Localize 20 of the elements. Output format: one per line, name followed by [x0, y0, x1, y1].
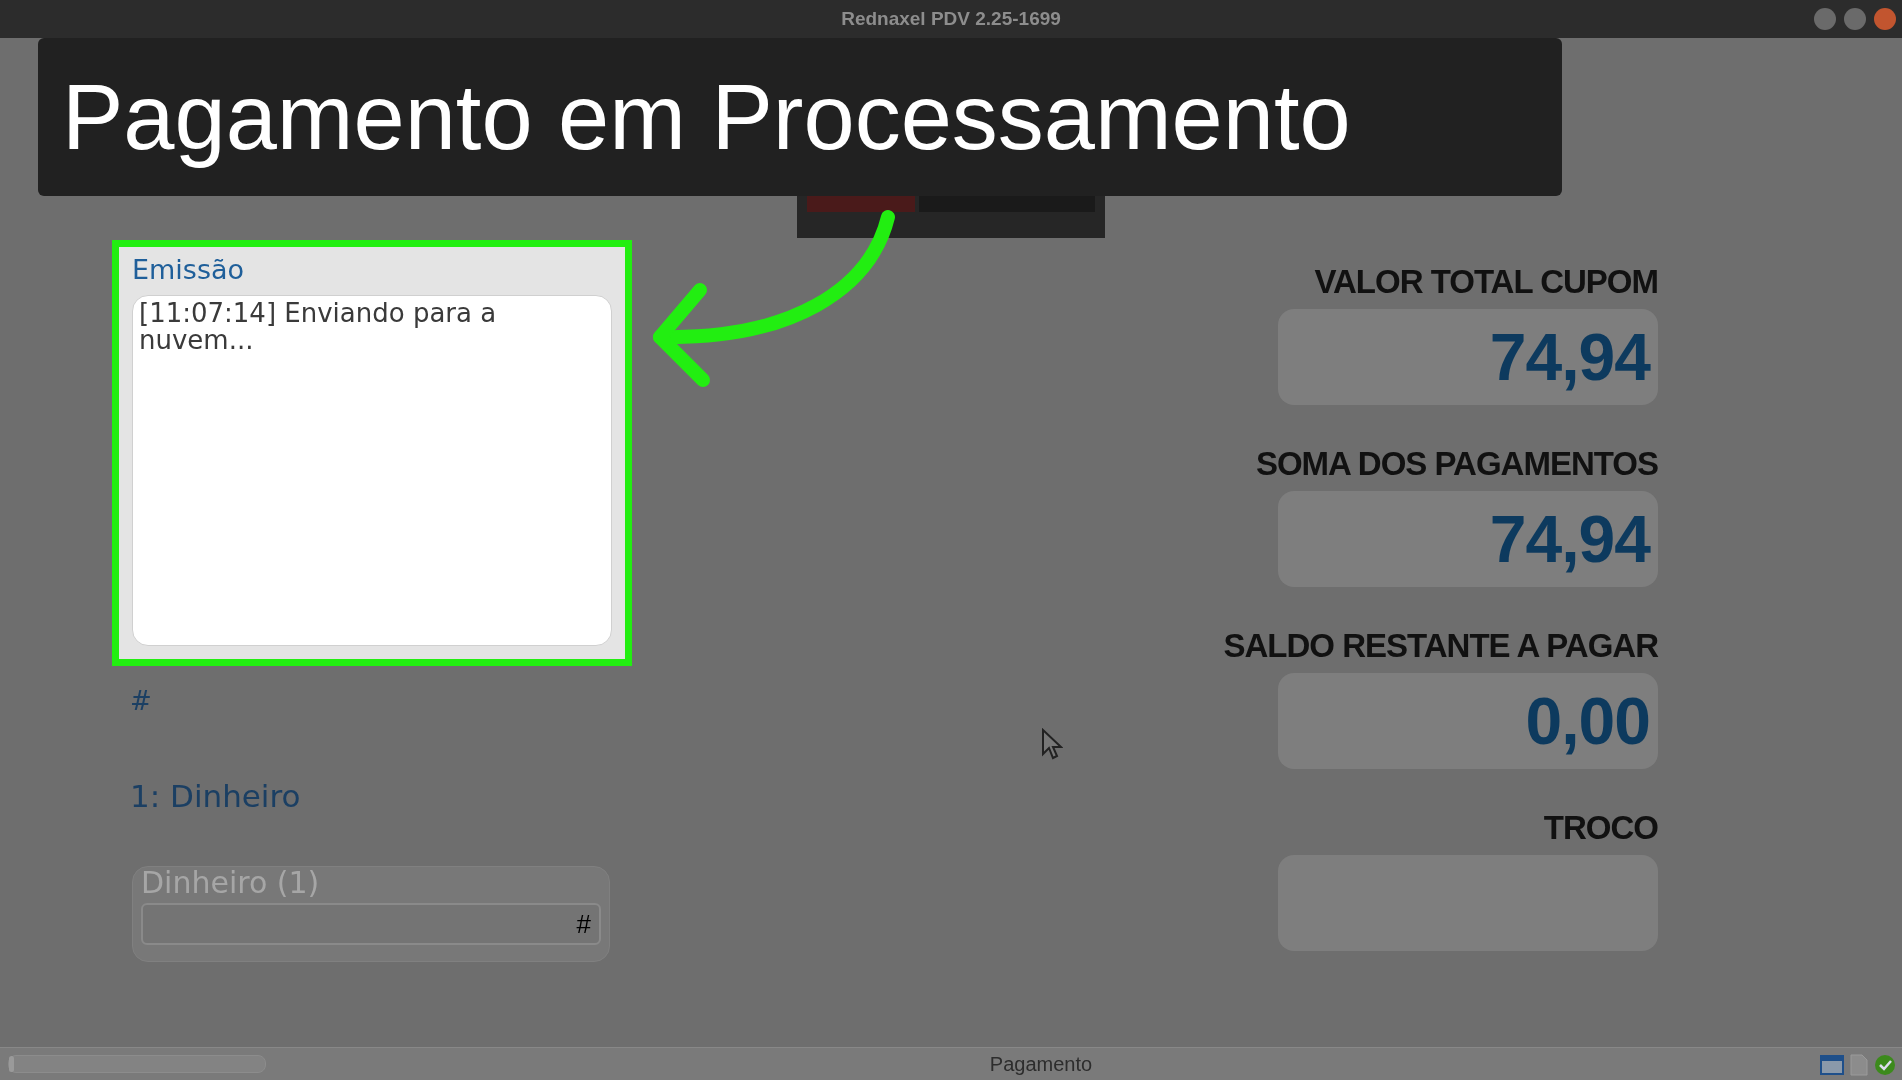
cursor-icon	[1041, 728, 1063, 760]
payment-method-label: 1: Dinheiro	[130, 778, 302, 814]
check-icon[interactable]	[1874, 1054, 1896, 1076]
close-icon[interactable]	[1874, 8, 1896, 30]
minimize-icon[interactable]	[1814, 8, 1836, 30]
amount-value: 74,94	[1489, 501, 1650, 577]
log-text: [11:07:14] Enviando para a nuvem...	[132, 295, 612, 646]
total-label: SOMA DOS PAGAMENTOS	[1255, 445, 1658, 483]
amount-value: 74,94	[1489, 319, 1650, 395]
window-title: Rednaxel PDV 2.25-1699	[841, 8, 1061, 30]
total-label: VALOR TOTAL CUPOM	[1314, 263, 1658, 301]
total-label: SALDO RESTANTE A PAGAR	[1223, 627, 1658, 665]
status-text: Pagamento	[989, 1052, 1093, 1076]
title-banner: Pagamento em Processamento	[38, 38, 1562, 196]
window-icon[interactable]	[1820, 1055, 1844, 1075]
amount-value: 0,00	[1525, 683, 1650, 759]
number-label: #	[130, 686, 153, 716]
panel-title: Emissão	[132, 254, 246, 285]
total-label: TROCO	[1543, 809, 1658, 847]
maximize-icon[interactable]	[1844, 8, 1866, 30]
